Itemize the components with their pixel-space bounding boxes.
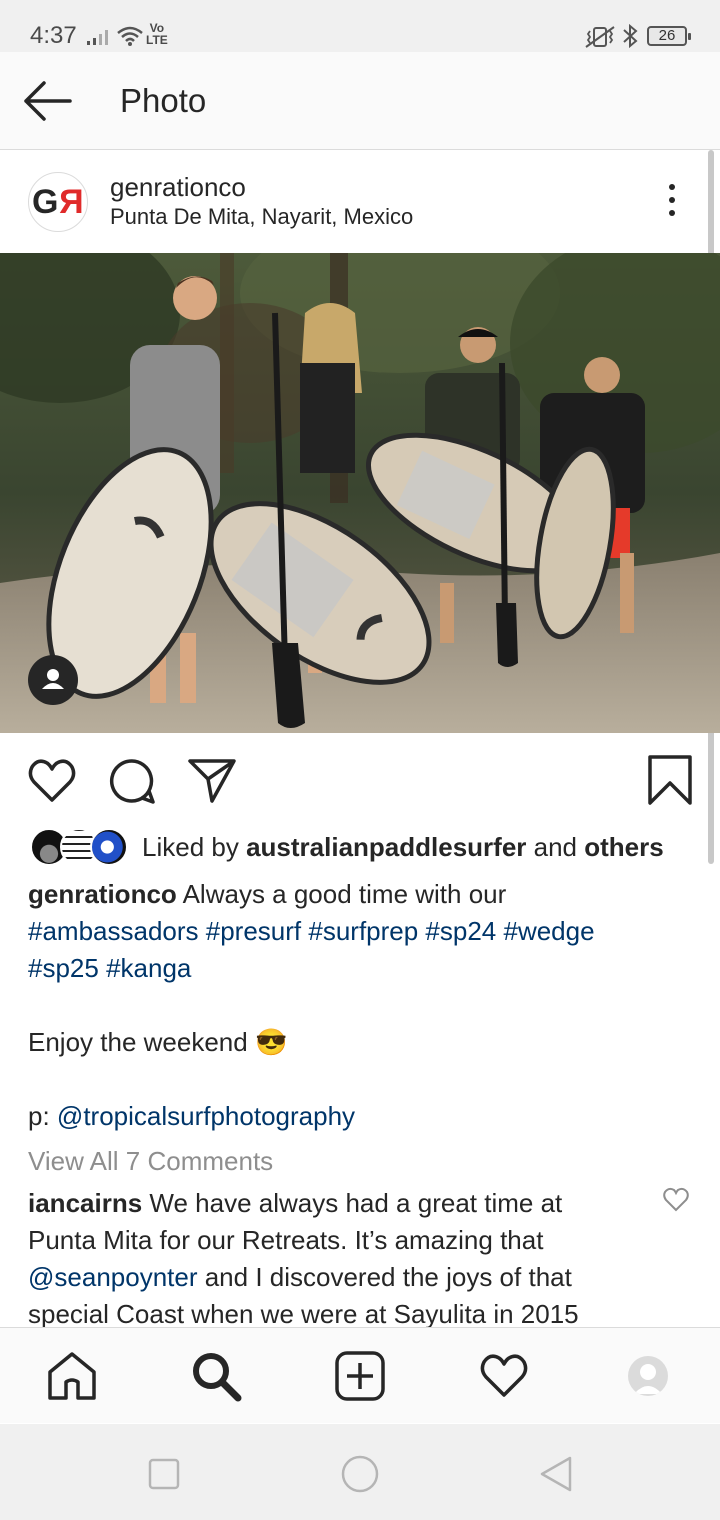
volte-bottom: LTE bbox=[146, 33, 168, 47]
comment-text: We have always had a great time at bbox=[142, 1188, 563, 1218]
likes-row[interactable]: Liked by australianpaddlesurfer and othe… bbox=[30, 828, 710, 868]
photo-credit-handle[interactable]: @tropicalsurfphotography bbox=[57, 1101, 355, 1131]
heart-icon[interactable] bbox=[26, 755, 78, 807]
status-bar: 4:37 Vo LTE 26 bbox=[0, 0, 720, 52]
comment-mention[interactable]: @seanpoynter bbox=[28, 1262, 198, 1292]
caption-hashtags[interactable]: #sp25 #kanga bbox=[28, 950, 688, 987]
status-time: 4:37 bbox=[30, 22, 77, 49]
liker-avatar bbox=[90, 828, 128, 866]
post-photo[interactable] bbox=[0, 253, 720, 733]
search-icon[interactable] bbox=[190, 1350, 242, 1402]
comment-bubble-icon[interactable] bbox=[106, 755, 158, 807]
bluetooth-icon bbox=[623, 24, 638, 48]
caption-username[interactable]: genrationco bbox=[28, 879, 177, 909]
tagged-people-button[interactable] bbox=[28, 655, 78, 705]
home-circle-icon[interactable] bbox=[340, 1454, 380, 1494]
post-caption: genrationco Always a good time with our … bbox=[28, 876, 688, 1135]
signal-icon bbox=[87, 30, 108, 45]
volte-indicator: Vo LTE bbox=[146, 22, 168, 46]
post-location[interactable]: Punta De Mita, Nayarit, Mexico bbox=[110, 204, 413, 230]
back-arrow-icon[interactable] bbox=[20, 80, 76, 122]
caption-hashtags[interactable]: #ambassadors #presurf #surfprep #sp24 #w… bbox=[28, 913, 688, 950]
bottom-nav bbox=[0, 1327, 720, 1423]
likes-text: Liked by australianpaddlesurfer and othe… bbox=[142, 832, 664, 863]
app-header: Photo bbox=[0, 52, 720, 150]
bookmark-icon[interactable] bbox=[644, 755, 696, 807]
recents-square-icon[interactable] bbox=[144, 1454, 184, 1494]
battery-indicator: 26 bbox=[647, 26, 691, 46]
post-actions bbox=[0, 733, 720, 823]
liker-avatars bbox=[30, 828, 130, 866]
avatar-logo-r: R bbox=[59, 183, 84, 221]
likes-and: and bbox=[526, 832, 585, 862]
post-username[interactable]: genrationco bbox=[110, 172, 246, 203]
activity-heart-icon[interactable] bbox=[478, 1350, 530, 1402]
comment-username[interactable]: iancairns bbox=[28, 1188, 142, 1218]
comment-heart-icon[interactable] bbox=[662, 1186, 690, 1212]
home-icon[interactable] bbox=[46, 1350, 98, 1402]
more-options-icon[interactable] bbox=[660, 180, 684, 224]
view-all-comments-link[interactable]: View All 7 Comments bbox=[28, 1146, 273, 1177]
comment-text: and I discovered the joys of that bbox=[197, 1262, 572, 1292]
page-title: Photo bbox=[120, 82, 207, 119]
vibrate-icon bbox=[585, 26, 615, 48]
likes-prefix: Liked by bbox=[142, 832, 247, 862]
system-nav-bar bbox=[0, 1424, 720, 1520]
caption-text: Always a good time with our bbox=[176, 879, 507, 909]
photo-credit-prefix: p: bbox=[28, 1101, 57, 1131]
wifi-icon bbox=[117, 26, 143, 46]
paper-plane-icon[interactable] bbox=[186, 755, 238, 807]
avatar-placeholder-icon bbox=[634, 1364, 662, 1394]
likes-others[interactable]: others bbox=[584, 832, 663, 862]
caption-enjoy: Enjoy the weekend bbox=[28, 1027, 255, 1057]
comment-item: iancairns We have always had a great tim… bbox=[28, 1185, 648, 1333]
user-icon bbox=[42, 669, 64, 689]
post-header: G R genrationco Punta De Mita, Nayarit, … bbox=[0, 150, 720, 253]
sunglasses-emoji-icon: 😎 bbox=[254, 1027, 288, 1057]
profile-avatar-icon[interactable] bbox=[628, 1356, 668, 1396]
profile-avatar[interactable]: G R bbox=[28, 172, 88, 232]
back-triangle-icon[interactable] bbox=[536, 1454, 576, 1494]
plus-square-icon[interactable] bbox=[334, 1350, 386, 1402]
avatar-logo-g: G bbox=[32, 183, 58, 221]
likes-username[interactable]: australianpaddlesurfer bbox=[246, 832, 526, 862]
post-photo-illustration bbox=[0, 253, 720, 733]
comment-text: Punta Mita for our Retreats. It’s amazin… bbox=[28, 1225, 544, 1255]
